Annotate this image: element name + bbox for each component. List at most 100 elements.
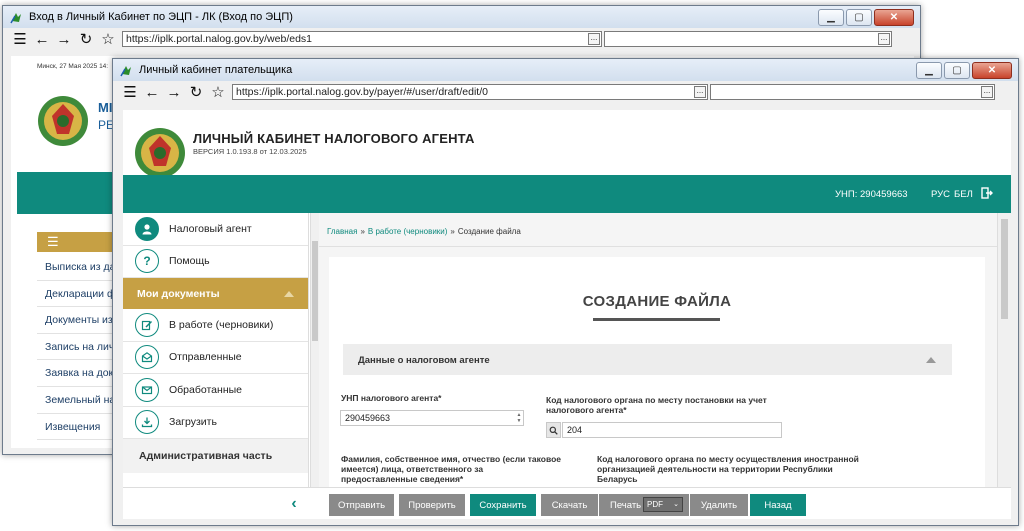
breadcrumb-separator: » xyxy=(450,227,455,236)
breadcrumb-separator: » xyxy=(360,227,365,236)
page-title: СОЗДАНИЕ ФАЙЛА xyxy=(582,293,732,310)
breadcrumb-drafts-link[interactable]: В работе (черновики) xyxy=(368,227,448,236)
close-button[interactable]: ✕ xyxy=(874,8,914,26)
sidebar-scrollbar-thumb[interactable] xyxy=(312,241,318,341)
unp-input[interactable]: 290459663 ▲ ▼ xyxy=(340,410,524,426)
sidebar-section-my-documents[interactable]: Мои документы xyxy=(123,278,308,309)
action-bar: ‹ Отправить Проверить Сохранить Скачать … xyxy=(123,487,1011,519)
sidebar-item-drafts[interactable]: В работе (черновики) xyxy=(123,309,308,342)
sidebar-item-tax-agent[interactable]: Налоговый агент xyxy=(123,213,308,246)
download-button[interactable]: Скачать xyxy=(541,494,598,516)
back-arrow-icon[interactable]: ← xyxy=(141,82,163,102)
star-icon[interactable]: ☆ xyxy=(207,82,229,102)
version-text: ВЕРСИЯ 1.0.193.8 от 12.03.2025 xyxy=(193,147,307,156)
back-address-bar[interactable]: https://iplk.portal.nalog.gov.by/web/eds… xyxy=(122,31,602,47)
back-arrow-icon[interactable]: ← xyxy=(31,29,53,49)
back-search-box[interactable]: ... xyxy=(604,31,892,47)
menu-icon[interactable]: ☰ xyxy=(119,82,141,102)
front-search-box[interactable]: ... xyxy=(710,84,995,100)
breadcrumb-current: Создание файла xyxy=(457,227,521,236)
front-window-titlebar[interactable]: Личный кабинет плательщика ▁ ▢ ✕ xyxy=(113,59,1018,81)
breadcrumb: Главная» В работе (черновики)» Создание фа… xyxy=(327,227,521,236)
top-teal-bar: УНП: 290459663 РУС БЕЛ xyxy=(123,175,1011,213)
sidebar-item-upload[interactable]: Загрузить xyxy=(123,407,308,439)
search-icon[interactable] xyxy=(546,422,561,438)
print-format-select[interactable]: PDF ⌄ xyxy=(643,497,683,512)
sidebar-item-help[interactable]: ? Помощь xyxy=(123,246,308,278)
chevron-down-icon: ⌄ xyxy=(673,501,679,508)
fio-label-line2: имеется) лица, ответственного за xyxy=(341,464,484,474)
sidebar-item-processed[interactable]: Обработанные xyxy=(123,374,308,407)
main-scrollbar[interactable] xyxy=(997,213,1011,519)
reload-icon[interactable]: ↻ xyxy=(75,29,97,49)
sidebar-item-sent[interactable]: Отправленные xyxy=(123,342,308,374)
search-dropdown-button[interactable]: ... xyxy=(878,33,890,45)
section-title: Данные о налоговом агенте xyxy=(358,355,490,366)
tax-office-input[interactable]: 204 xyxy=(562,422,782,438)
logout-icon[interactable] xyxy=(981,187,993,202)
site-title: ЛИЧНЫЙ КАБИНЕТ НАЛОГОВОГО АГЕНТА xyxy=(193,131,475,146)
sidebar-item-label: Обработанные xyxy=(169,383,242,396)
sidebar-item-label: Загрузить xyxy=(169,416,217,429)
chevron-up-icon[interactable] xyxy=(926,357,936,363)
tax-office-label: Код налогового органа по месту постановк… xyxy=(546,395,767,415)
reload-icon[interactable]: ↻ xyxy=(185,82,207,102)
back-url-text: https://iplk.portal.nalog.gov.by/web/eds… xyxy=(126,33,313,45)
front-address-bar[interactable]: https://iplk.portal.nalog.gov.by/payer/#… xyxy=(232,84,708,100)
minimize-button[interactable]: ▁ xyxy=(818,8,844,26)
upload-icon xyxy=(135,410,159,435)
front-navigation-bar: ☰ ← → ↻ ☆ https://iplk.portal.nalog.gov.… xyxy=(113,81,1018,103)
sidebar-section-label: Мои документы xyxy=(137,287,220,300)
sidebar-item-label: В работе (черновики) xyxy=(169,318,274,331)
fio-label: Фамилия, собственное имя, отчество (если… xyxy=(341,454,561,484)
save-button[interactable]: Сохранить xyxy=(470,494,536,516)
sidebar-item-label: Помощь xyxy=(169,255,210,268)
fio-label-line3: предоставленные сведения* xyxy=(341,474,464,484)
unp-input-value: 290459663 xyxy=(345,413,391,423)
chevron-up-icon xyxy=(284,290,294,297)
lang-bel-link[interactable]: БЕЛ xyxy=(954,189,973,200)
form-card: СОЗДАНИЕ ФАЙЛА Данные о налоговом агенте… xyxy=(329,257,985,519)
tax-office-label-line1: Код налогового органа по месту постановк… xyxy=(546,395,767,405)
main-content: Главная» В работе (черновики)» Создание фа… xyxy=(319,213,997,519)
breadcrumb-home-link[interactable]: Главная xyxy=(327,227,357,236)
sidebar-section-admin[interactable]: Административная часть xyxy=(123,439,308,473)
close-button[interactable]: ✕ xyxy=(972,61,1012,79)
address-dropdown-button[interactable]: ... xyxy=(588,33,600,45)
maximize-button[interactable]: ▢ xyxy=(846,8,872,26)
divider xyxy=(319,246,997,247)
back-nav-button[interactable]: Назад xyxy=(750,494,806,516)
foreign-office-label-line1: Код налогового органа по месту осуществл… xyxy=(597,454,859,464)
menu-icon[interactable]: ☰ xyxy=(9,29,31,49)
lang-rus-link[interactable]: РУС xyxy=(931,189,950,200)
spinner-icon[interactable]: ▲ ▼ xyxy=(516,412,522,424)
section-header-agent-data[interactable]: Данные о налоговом агенте xyxy=(343,344,952,375)
send-button[interactable]: Отправить xyxy=(329,494,394,516)
print-button[interactable]: Печать PDF ⌄ xyxy=(599,494,689,516)
foreign-office-label-line2: организацией деятельности на территории … xyxy=(597,464,833,474)
edit-icon xyxy=(135,312,159,337)
front-browser-window[interactable]: Личный кабинет плательщика ▁ ▢ ✕ ☰ ← → ↻… xyxy=(112,58,1019,526)
main-scrollbar-thumb[interactable] xyxy=(1001,219,1008,319)
forward-arrow-icon[interactable]: → xyxy=(163,82,185,102)
sidebar-item-label: Отправленные xyxy=(169,351,242,364)
delete-button[interactable]: Удалить xyxy=(690,494,748,516)
sidebar-scrollbar[interactable] xyxy=(310,213,319,519)
sidebar-item-label: Налоговый агент xyxy=(169,222,252,235)
foreign-office-label-line3: Беларусь xyxy=(597,474,638,484)
back-window-titlebar[interactable]: Вход в Личный Кабинет по ЭЦП - ЛК (Вход … xyxy=(3,6,920,28)
print-format-value: PDF xyxy=(647,500,663,509)
check-button[interactable]: Проверить xyxy=(399,494,465,516)
search-dropdown-button[interactable]: ... xyxy=(981,86,993,98)
minimize-button[interactable]: ▁ xyxy=(916,61,942,79)
address-dropdown-button[interactable]: ... xyxy=(694,86,706,98)
back-brand-line1: МІ xyxy=(98,100,113,115)
forward-arrow-icon[interactable]: → xyxy=(53,29,75,49)
user-icon xyxy=(135,216,159,241)
maximize-button[interactable]: ▢ xyxy=(944,61,970,79)
chevron-left-icon[interactable]: ‹ xyxy=(273,488,315,519)
emblem-logo xyxy=(36,94,90,151)
star-icon[interactable]: ☆ xyxy=(97,29,119,49)
sidebar: Налоговый агент ? Помощь Мои документы В… xyxy=(123,213,309,519)
back-window-title: Вход в Личный Кабинет по ЭЦП - ЛК (Вход … xyxy=(29,11,293,23)
